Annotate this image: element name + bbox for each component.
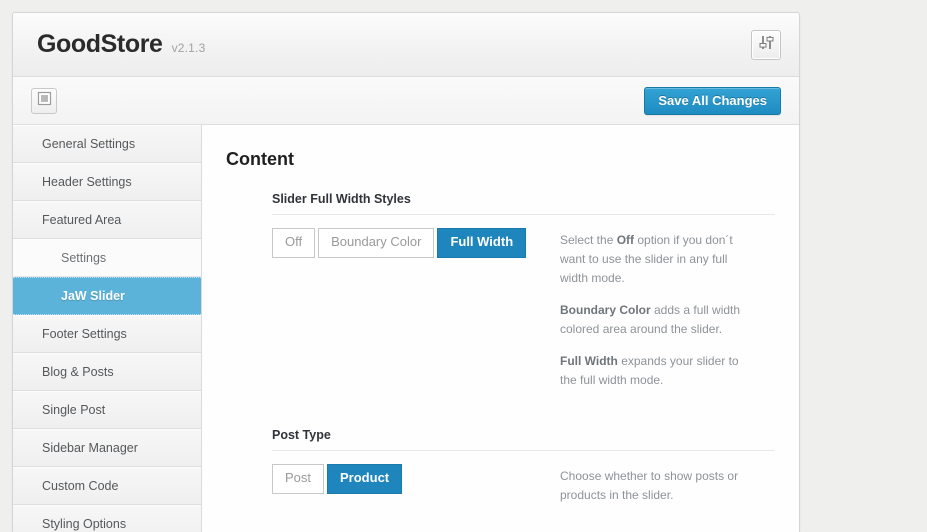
- toolbar: Save All Changes: [13, 77, 799, 125]
- panel-toggle-button[interactable]: [31, 87, 57, 114]
- sidebar-item-jaw-slider[interactable]: JaW Slider: [13, 277, 201, 315]
- description-paragraph: Choose whether to show posts or products…: [560, 467, 756, 505]
- field-post-type: Post Type Post Product Choose whether to …: [272, 428, 775, 505]
- description-emphasis: Off: [616, 233, 635, 247]
- sidebar-item-label: General Settings: [42, 137, 136, 151]
- description-paragraph: Select the Off option if you don´t want …: [560, 231, 756, 288]
- sidebar-item-sidebar-manager[interactable]: Sidebar Manager: [13, 429, 201, 467]
- option-product[interactable]: Product: [327, 463, 403, 494]
- sidebar-item-footer-settings[interactable]: Footer Settings: [13, 315, 201, 353]
- field-slider-full-width-styles: Slider Full Width Styles Off Boundary Col…: [272, 192, 775, 390]
- sidebar-item-label: Styling Options: [42, 517, 127, 531]
- description-text: Choose whether to show posts or products…: [560, 468, 739, 502]
- brand-name: GoodStore: [37, 30, 163, 58]
- sidebar-item-label: Sidebar Manager: [42, 441, 138, 455]
- admin-panel: GoodStore v2.1.3 Save All Changes Genera…: [12, 12, 800, 532]
- description-emphasis: Full Width: [560, 353, 618, 368]
- field-label: Post Type: [272, 427, 331, 442]
- sidebar-item-custom-code[interactable]: Custom Code: [13, 467, 201, 505]
- sidebar-item-general-settings[interactable]: General Settings: [13, 125, 201, 163]
- sidebar-item-label: Custom Code: [42, 479, 119, 493]
- sliders-icon-button[interactable]: [751, 29, 781, 60]
- content-area: Content Slider Full Width Styles Off Boun…: [202, 125, 799, 532]
- sidebar-item-styling-options[interactable]: Styling Options: [13, 505, 201, 532]
- sidebar-item-label: JaW Slider: [61, 289, 125, 303]
- sidebar-item-label: Single Post: [42, 403, 106, 417]
- description-paragraph: Boundary Color adds a full width colored…: [560, 301, 756, 339]
- sidebar-item-label: Footer Settings: [42, 327, 127, 341]
- post-type-button-group: Post Product: [272, 463, 405, 494]
- sidebar-item-label: Featured Area: [42, 213, 122, 227]
- option-full-width[interactable]: Full Width: [437, 228, 527, 258]
- panel-toggle-icon: [37, 91, 52, 111]
- sliders-icon: [758, 34, 775, 56]
- brand-version: v2.1.3: [171, 41, 206, 55]
- option-boundary-color[interactable]: Boundary Color: [318, 228, 435, 258]
- sidebar-item-header-settings[interactable]: Header Settings: [13, 163, 201, 201]
- option-off[interactable]: Off: [272, 228, 316, 258]
- sidebar-item-label: Settings: [61, 251, 107, 265]
- description-emphasis: Boundary Color: [560, 302, 651, 317]
- app-header: GoodStore v2.1.3: [13, 13, 799, 77]
- sidebar-item-label: Blog & Posts: [42, 365, 114, 379]
- field-control: Off Boundary Color Full Width: [272, 228, 560, 390]
- description-text: Select the: [560, 233, 617, 247]
- sidebar-item-blog-posts[interactable]: Blog & Posts: [13, 353, 201, 391]
- sidebar-item-settings[interactable]: Settings: [13, 239, 201, 277]
- sidebar-item-single-post[interactable]: Single Post: [13, 391, 201, 429]
- save-all-changes-button[interactable]: Save All Changes: [644, 86, 781, 115]
- option-post[interactable]: Post: [272, 463, 325, 494]
- description-paragraph: Full Width expands your slider to the fu…: [560, 352, 756, 390]
- panel-body: General Settings Header Settings Featured …: [13, 125, 799, 532]
- sidebar: General Settings Header Settings Featured …: [13, 125, 202, 532]
- sidebar-item-label: Header Settings: [42, 175, 132, 189]
- slider-full-width-button-group: Off Boundary Color Full Width: [272, 228, 529, 258]
- page-title: Content: [226, 149, 294, 169]
- field-divider: [272, 214, 775, 215]
- field-control: Post Product: [272, 463, 560, 505]
- field-divider: [272, 449, 775, 451]
- brand: GoodStore v2.1.3: [37, 30, 205, 59]
- field-description: Choose whether to show posts or products…: [560, 464, 756, 505]
- sidebar-item-featured-area[interactable]: Featured Area: [13, 201, 201, 239]
- field-label: Slider Full Width Styles: [272, 192, 411, 206]
- field-description: Select the Off option if you don´t want …: [560, 228, 756, 390]
